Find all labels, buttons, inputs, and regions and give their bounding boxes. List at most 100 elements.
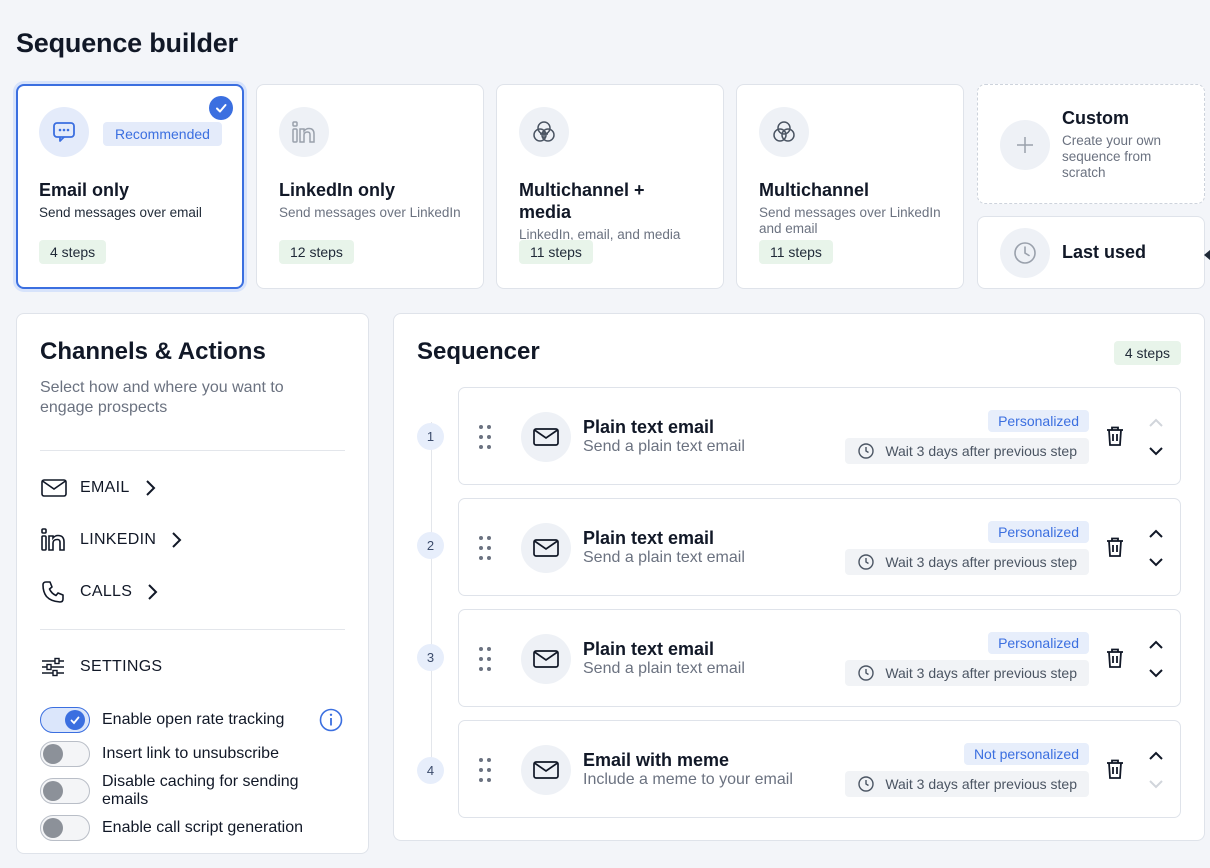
page-title: Sequence builder	[16, 28, 238, 58]
toggle-label: Insert link to unsubscribe	[102, 745, 279, 762]
wait-info[interactable]: Wait 3 days after previous step	[845, 549, 1089, 575]
move-up-icon[interactable]	[1148, 416, 1164, 434]
call-script-toggle[interactable]	[40, 815, 90, 841]
step-subtitle: Send a plain text email	[583, 660, 745, 677]
wait-info[interactable]: Wait 3 days after previous step	[845, 660, 1089, 686]
step-subtitle: Send a plain text email	[583, 438, 745, 455]
step-number: 1	[417, 423, 444, 450]
settings-header[interactable]: SETTINGS	[40, 641, 345, 693]
channels-subtitle: Select how and where you want to engage …	[40, 379, 284, 416]
multichannel-media-icon	[519, 107, 569, 157]
move-down-icon[interactable]	[1148, 666, 1164, 684]
move-down-icon[interactable]	[1148, 555, 1164, 573]
linkedin-icon	[279, 107, 329, 157]
template-multichannel-media[interactable]: Multichannel + media LinkedIn, email, an…	[496, 84, 724, 289]
channel-email[interactable]: EMAIL	[40, 462, 345, 514]
sequence-step[interactable]: Plain text email Send a plain text email…	[458, 609, 1181, 707]
caching-toggle[interactable]	[40, 778, 90, 804]
steps-count: 11 steps	[519, 240, 593, 264]
wait-text: Wait 3 days after previous step	[885, 776, 1077, 792]
move-up-icon[interactable]	[1148, 527, 1164, 545]
step-number: 4	[417, 757, 444, 784]
drag-handle-icon[interactable]	[478, 646, 492, 677]
linkedin-icon	[40, 527, 68, 553]
toggle-row-call-script: Enable call script generation	[40, 813, 345, 843]
custom-sequence-card[interactable]: Custom Create your own sequence from scr…	[977, 84, 1205, 204]
step-number: 3	[417, 644, 444, 671]
drag-handle-icon[interactable]	[478, 535, 492, 566]
channel-calls[interactable]: CALLS	[40, 566, 345, 618]
template-desc: Send messages over email	[39, 205, 202, 220]
chevron-right-icon	[170, 531, 182, 549]
move-up-icon[interactable]	[1148, 638, 1164, 656]
template-multichannel[interactable]: Multichannel Send messages over LinkedIn…	[736, 84, 964, 289]
open-rate-toggle[interactable]	[40, 707, 90, 733]
clock-icon	[858, 776, 875, 792]
channel-linkedin[interactable]: LINKEDIN	[40, 514, 345, 566]
template-desc: Send messages over LinkedIn	[279, 205, 461, 220]
move-down-icon[interactable]	[1148, 444, 1164, 462]
last-used-label: Last used	[1062, 242, 1147, 262]
mail-icon	[521, 523, 571, 573]
clock-icon	[1000, 227, 1050, 278]
template-email-only[interactable]: Recommended Email only Send messages ove…	[16, 84, 244, 289]
recommended-badge: Recommended	[103, 122, 222, 146]
divider	[40, 629, 345, 630]
template-name: Multichannel	[759, 180, 870, 200]
channel-label: LINKEDIN	[80, 531, 157, 548]
step-title: Plain text email	[583, 528, 715, 548]
trash-icon[interactable]	[1106, 647, 1124, 674]
toggle-row-open-rate: Enable open rate tracking	[40, 705, 345, 735]
last-used-card[interactable]: Last used	[977, 216, 1205, 289]
template-desc: Send messages over LinkedIn and email	[759, 205, 941, 236]
trash-icon[interactable]	[1106, 536, 1124, 563]
clock-icon	[858, 443, 875, 459]
drag-handle-icon[interactable]	[478, 424, 492, 455]
sequence-step[interactable]: Plain text email Send a plain text email…	[458, 498, 1181, 596]
trash-icon[interactable]	[1106, 425, 1124, 452]
scroll-right-arrow-icon[interactable]	[1204, 250, 1210, 260]
sequencer-panel: Sequencer 4 steps 1 Plain text email Sen…	[393, 313, 1205, 841]
wait-info[interactable]: Wait 3 days after previous step	[845, 771, 1089, 797]
personalization-badge: Personalized	[988, 632, 1089, 654]
template-name: Multichannel + media	[519, 180, 645, 222]
divider	[40, 450, 345, 451]
toggle-label: Enable call script generation	[102, 819, 304, 836]
sliders-icon	[40, 656, 68, 678]
custom-desc: Create your own sequence from scratch	[1062, 133, 1162, 180]
personalization-badge: Personalized	[988, 521, 1089, 543]
mail-icon	[521, 745, 571, 795]
template-linkedin-only[interactable]: LinkedIn only Send messages over LinkedI…	[256, 84, 484, 289]
channel-label: EMAIL	[80, 479, 130, 496]
mail-icon	[40, 477, 68, 499]
drag-handle-icon[interactable]	[478, 757, 492, 788]
toggle-row-caching: Disable caching for sending emails	[40, 773, 345, 809]
step-subtitle: Send a plain text email	[583, 549, 745, 566]
chevron-right-icon	[146, 583, 158, 601]
channels-title: Channels & Actions	[40, 338, 266, 365]
custom-title: Custom	[1062, 108, 1129, 128]
multichannel-icon	[759, 107, 809, 157]
sequencer-step-count: 4 steps	[1113, 341, 1181, 365]
steps-count: 11 steps	[759, 240, 833, 264]
info-icon[interactable]	[319, 708, 343, 732]
toggle-label: Enable open rate tracking	[102, 711, 285, 728]
personalization-badge: Personalized	[988, 410, 1089, 432]
step-number: 2	[417, 532, 444, 559]
template-name: LinkedIn only	[279, 180, 396, 200]
clock-icon	[858, 554, 875, 570]
plus-icon	[1000, 120, 1050, 170]
chevron-right-icon	[144, 479, 156, 497]
wait-text: Wait 3 days after previous step	[885, 665, 1077, 681]
trash-icon[interactable]	[1106, 758, 1124, 785]
steps-count: 12 steps	[279, 240, 354, 264]
move-up-icon[interactable]	[1148, 749, 1164, 767]
sequence-step[interactable]: Plain text email Send a plain text email…	[458, 387, 1181, 485]
channel-label: CALLS	[80, 583, 133, 600]
sequencer-title: Sequencer	[417, 338, 540, 365]
wait-info[interactable]: Wait 3 days after previous step	[845, 438, 1089, 464]
steps-count: 4 steps	[39, 240, 107, 264]
move-down-icon[interactable]	[1148, 777, 1164, 795]
sequence-step[interactable]: Email with meme Include a meme to your e…	[458, 720, 1181, 818]
unsubscribe-toggle[interactable]	[40, 741, 90, 767]
